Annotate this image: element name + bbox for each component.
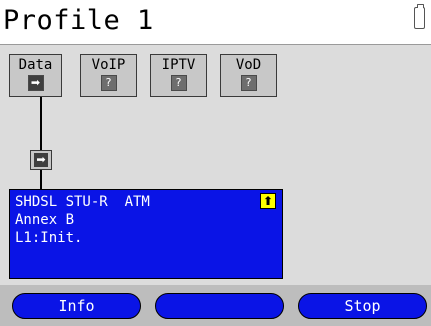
middle-softkey[interactable] — [155, 293, 284, 319]
service-label: Data — [18, 57, 53, 73]
question-icon: ? — [100, 75, 117, 91]
header: Profile 1 — [0, 0, 431, 44]
service-data-button[interactable]: Data ➡ — [9, 54, 62, 97]
service-voip-button[interactable]: VoIP ? — [80, 54, 137, 97]
softkey-bar: Info Stop — [0, 285, 431, 326]
main-panel: Data ➡ VoIP ? IPTV ? VoD ? ➡ SHDSL STU-R… — [0, 45, 431, 285]
service-vod-button[interactable]: VoD ? — [220, 54, 277, 97]
arrow-right-icon: ➡ — [34, 153, 48, 167]
line-status-panel[interactable]: SHDSL STU-R ATM Annex B L1:Init. ⬆ — [9, 189, 283, 279]
page-title: Profile 1 — [3, 5, 154, 36]
service-label: VoIP — [91, 57, 126, 73]
port-line-annex: Annex B — [15, 212, 75, 228]
arrow-right-icon: ➡ — [27, 75, 44, 91]
info-softkey[interactable]: Info — [12, 293, 141, 319]
connection-line — [40, 97, 42, 150]
stop-softkey[interactable]: Stop — [298, 293, 427, 319]
service-label: IPTV — [161, 57, 196, 73]
connection-line — [40, 170, 42, 189]
question-icon: ? — [240, 75, 257, 91]
port-line-mode: SHDSL STU-R ATM — [15, 194, 150, 210]
service-label: VoD — [235, 57, 262, 73]
port-line-status: L1:Init. — [15, 230, 83, 246]
service-iptv-button[interactable]: IPTV ? — [150, 54, 207, 97]
battery-icon — [414, 4, 425, 29]
question-icon: ? — [170, 75, 187, 91]
up-arrow-icon: ⬆ — [260, 193, 276, 209]
connector-node: ➡ — [30, 150, 52, 170]
